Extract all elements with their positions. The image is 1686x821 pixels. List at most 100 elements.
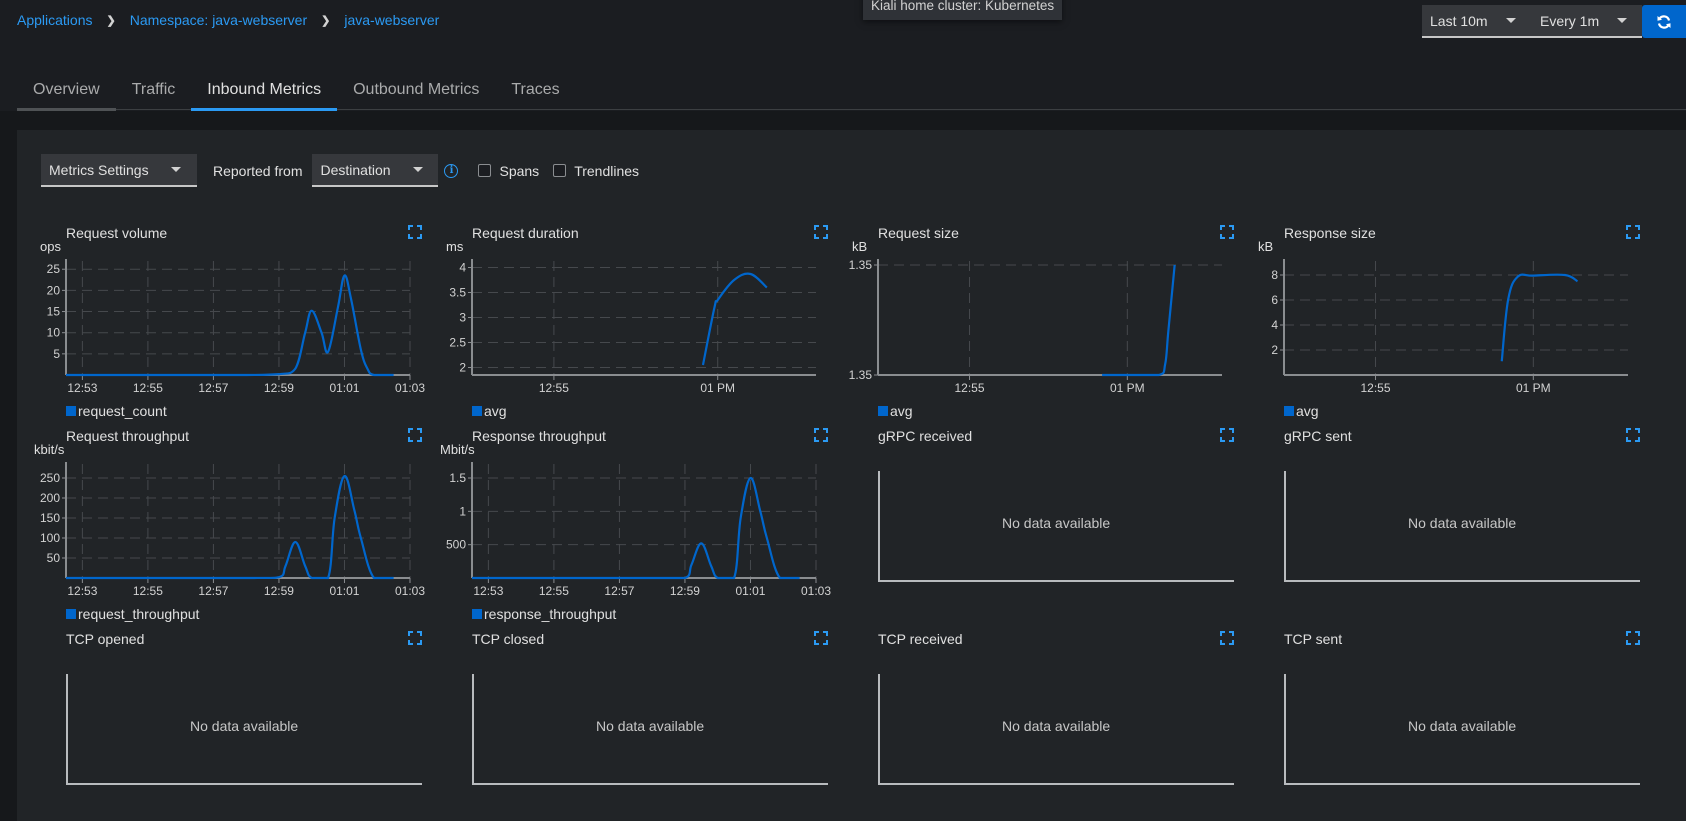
chart-card: Response size kB 2 4 6 8 12:55 01 PM avg — [1258, 225, 1664, 420]
y-tick-label: 1.5 — [449, 471, 466, 485]
y-tick-label: 25 — [47, 262, 61, 276]
trendlines-label: Trendlines — [574, 162, 640, 179]
tab-bar: Overview Traffic Inbound Metrics Outboun… — [17, 70, 1686, 111]
cluster-tooltip: Kiali home cluster: Kubernetes — [863, 0, 1063, 20]
x-tick-label: 12:59 — [264, 584, 294, 598]
caret-down-icon — [412, 167, 423, 172]
legend-label: request_count — [78, 403, 167, 419]
refresh-interval-select[interactable]: Every 1m — [1532, 5, 1642, 38]
x-tick-label: 12:55 — [539, 584, 569, 598]
no-data-message: No data available — [1408, 718, 1517, 734]
chart-plot-response-size: 2 4 6 8 12:55 01 PM — [1271, 259, 1628, 395]
x-tick-label: 12:59 — [264, 381, 294, 395]
x-tick-label: 12:53 — [67, 584, 97, 598]
chart-card: TCP received No data available — [878, 631, 1258, 821]
chart-card: gRPC sent No data available — [1284, 428, 1664, 623]
metrics-settings-label: Metrics Settings — [49, 161, 149, 178]
y-tick-label: 100 — [40, 531, 60, 545]
x-tick-label: 12:55 — [133, 584, 163, 598]
y-tick-label: 1.35 — [849, 258, 873, 272]
y-tick-label: 6 — [1271, 293, 1278, 307]
no-data-message: No data available — [1408, 515, 1517, 531]
y-tick-label: 1 — [459, 504, 466, 518]
trendlines-checkbox[interactable]: Trendlines — [553, 163, 639, 179]
reported-from-select[interactable]: Destination — [312, 154, 439, 187]
chart-plot-response-throughput: 500 1 1.5 12:53 12:55 12:57 12:59 01:01 01:03 — [446, 462, 831, 598]
tab-traffic[interactable]: Traffic — [116, 70, 192, 110]
y-tick-label: 10 — [47, 326, 61, 340]
legend-label: response_throughput — [484, 606, 617, 622]
y-tick-label: 250 — [40, 471, 60, 485]
y-tick-label: 150 — [40, 511, 60, 525]
chart-card: Response throughput Mbit/s 500 1 1.5 12:53 12:… — [440, 428, 852, 623]
spans-checkbox[interactable]: Spans — [478, 163, 539, 179]
caret-down-icon — [1617, 18, 1628, 23]
y-axis-unit: kB — [852, 239, 868, 254]
reported-from-value: Destination — [320, 161, 391, 178]
y-tick-label: 50 — [47, 551, 61, 565]
no-data-message: No data available — [1002, 718, 1111, 734]
chart-legend[interactable]: avg — [472, 403, 507, 419]
x-tick-label: 12:55 — [539, 381, 569, 395]
x-tick-label: 12:53 — [67, 381, 97, 395]
breadcrumb-app[interactable]: java-webserver — [344, 12, 439, 28]
reported-from-label: Reported from — [213, 162, 303, 179]
chart-legend[interactable]: request_throughput — [66, 606, 199, 622]
chart-legend[interactable]: response_throughput — [472, 606, 616, 622]
y-tick-label: 15 — [47, 305, 61, 319]
chart-card: Request duration ms 2 2.5 3 3.5 4 12:55 01 PM avg — [446, 225, 852, 420]
time-range-select[interactable]: Last 10m — [1422, 5, 1532, 38]
empty-plot-tcp-opened — [66, 674, 422, 785]
metrics-settings-dropdown[interactable]: Metrics Settings — [41, 154, 197, 187]
tab-inbound-metrics[interactable]: Inbound Metrics — [191, 70, 337, 111]
spans-label: Spans — [499, 162, 540, 179]
y-tick-label: 5 — [53, 347, 60, 361]
sync-icon — [1657, 14, 1671, 29]
y-axis-unit: Mbit/s — [440, 442, 475, 457]
legend-label: avg — [484, 403, 507, 419]
y-axis-unit: kbit/s — [34, 442, 65, 457]
chart-plot-request-throughput: 50 100 150 200 250 12:53 12:55 12:57 12:59 01:01 0… — [40, 462, 425, 598]
tab-overview[interactable]: Overview — [17, 70, 116, 111]
chart-legend[interactable]: avg — [878, 403, 913, 419]
breadcrumb-namespace[interactable]: Namespace: java-webserver — [130, 12, 307, 28]
left-gutter — [0, 130, 17, 821]
legend-swatch — [66, 609, 76, 619]
x-tick-label: 01 PM — [1110, 381, 1145, 395]
x-tick-label: 12:57 — [604, 584, 634, 598]
x-tick-label: 01:03 — [395, 381, 425, 395]
chart-card: TCP closed No data available — [472, 631, 852, 821]
x-tick-label: 12:59 — [670, 584, 700, 598]
y-tick-label: 20 — [47, 283, 61, 297]
x-tick-label: 01 PM — [700, 381, 735, 395]
empty-plot-grpc-received — [878, 471, 1234, 582]
chart-legend[interactable]: avg — [1284, 403, 1319, 419]
spans-checkbox-box[interactable] — [478, 164, 492, 177]
legend-label: avg — [890, 403, 913, 419]
tab-outbound-metrics[interactable]: Outbound Metrics — [337, 70, 495, 110]
series-line-avg — [1102, 264, 1176, 377]
legend-swatch — [878, 406, 888, 416]
chart-legend[interactable]: request_count — [66, 403, 167, 419]
y-tick-label: 500 — [446, 538, 466, 552]
chart-card: TCP sent No data available — [1284, 631, 1664, 821]
legend-swatch — [472, 609, 482, 619]
page-gutter — [0, 111, 1686, 130]
time-range-value: Last 10m — [1430, 12, 1488, 29]
chart-plot-request-duration: 2 2.5 3 3.5 4 12:55 01 PM — [449, 259, 816, 395]
refresh-button[interactable] — [1642, 5, 1686, 38]
tab-traces[interactable]: Traces — [495, 70, 575, 110]
no-data-message: No data available — [596, 718, 705, 734]
series-line-avg — [701, 272, 768, 366]
empty-plot-grpc-sent — [1284, 471, 1640, 582]
chart-card: Request size kB 1.35 1.35 12:55 01 PM avg — [849, 225, 1258, 420]
breadcrumb-applications[interactable]: Applications — [17, 12, 93, 28]
info-icon[interactable]: i — [444, 163, 459, 178]
y-tick-label: 3 — [459, 311, 466, 325]
breadcrumb: Applications ❯ Namespace: java-webserver… — [17, 12, 439, 28]
trendlines-checkbox-box[interactable] — [553, 164, 567, 177]
empty-plot-tcp-closed — [472, 674, 828, 785]
chart-card: TCP opened No data available — [66, 631, 446, 821]
empty-plot-tcp-received — [878, 674, 1234, 785]
y-axis-unit: ms — [446, 239, 464, 254]
